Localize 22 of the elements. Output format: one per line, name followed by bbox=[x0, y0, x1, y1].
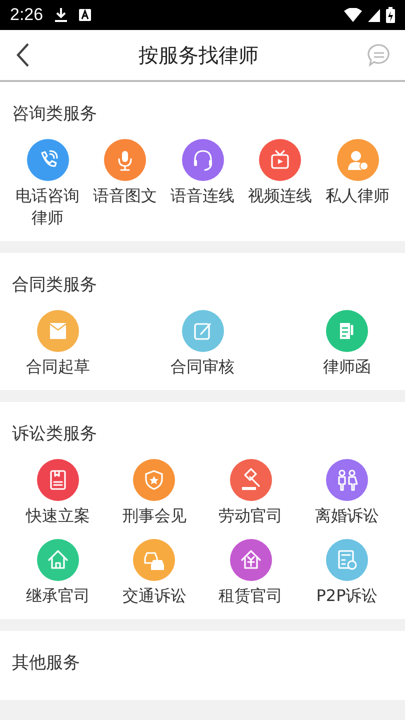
page-title: 按服务找律师 bbox=[138, 42, 258, 68]
service-label[interactable]: 私人律师 bbox=[324, 185, 390, 207]
service-label[interactable]: 离婚诉讼 bbox=[298, 505, 395, 527]
service-label[interactable]: 律师函 bbox=[299, 356, 395, 378]
service-label[interactable]: 语音图文 bbox=[92, 185, 158, 207]
service-label[interactable]: 电话咨询律师 bbox=[14, 185, 80, 229]
section-title: 咨询类服务 bbox=[12, 103, 98, 125]
service-label[interactable]: 交通诉讼 bbox=[106, 585, 202, 607]
service-label[interactable]: 租赁官司 bbox=[202, 585, 299, 607]
service-label[interactable]: 劳动官司 bbox=[202, 505, 299, 527]
section-title: 诉讼类服务 bbox=[12, 423, 98, 445]
service-label[interactable]: 刑事会见 bbox=[106, 505, 202, 527]
service-label[interactable]: 视频连线 bbox=[247, 185, 313, 207]
service-label[interactable]: 语音连线 bbox=[170, 185, 236, 207]
service-label[interactable]: 快速立案 bbox=[10, 505, 106, 527]
service-label[interactable]: 合同起草 bbox=[10, 356, 106, 378]
section-title: 合同类服务 bbox=[12, 274, 98, 296]
service-label[interactable]: 继承官司 bbox=[10, 585, 106, 607]
status-time: 2:26 bbox=[10, 5, 44, 25]
section-title: 其他服务 bbox=[12, 652, 81, 674]
service-label[interactable]: P2P诉讼 bbox=[298, 585, 395, 607]
service-label[interactable]: 合同审核 bbox=[154, 356, 250, 378]
